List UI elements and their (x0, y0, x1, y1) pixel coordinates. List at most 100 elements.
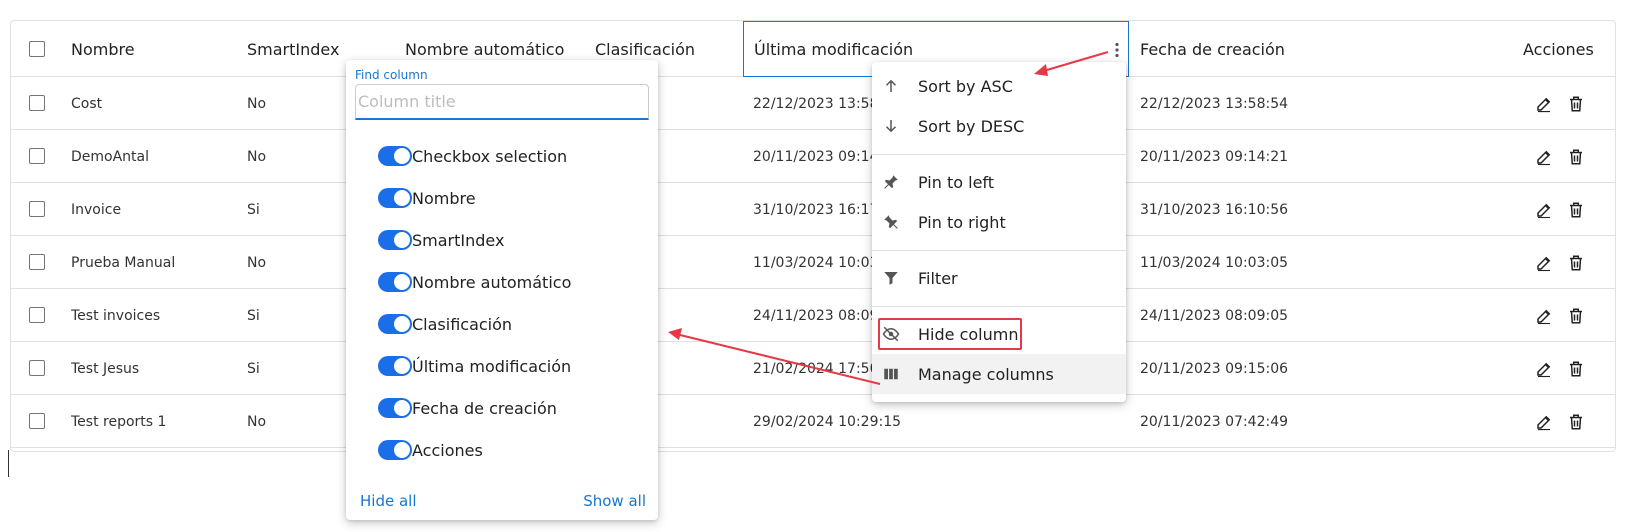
row-checkbox[interactable] (29, 95, 45, 111)
toggle-switch[interactable] (378, 398, 412, 418)
toggle-switch[interactable] (378, 272, 412, 292)
select-all-checkbox[interactable] (29, 41, 45, 57)
column-header-acciones: Acciones (1523, 39, 1594, 59)
menu-item-hide-column[interactable]: Hide column (872, 314, 1126, 354)
more-vert-icon[interactable] (1114, 42, 1120, 58)
trash-icon[interactable] (1567, 360, 1585, 378)
menu-item-filter[interactable]: Filter (872, 258, 1126, 298)
pencil-icon[interactable] (1535, 307, 1553, 325)
cell-nombre: Test reports 1 (71, 413, 167, 430)
columns-icon (884, 368, 898, 380)
toggle-switch[interactable] (378, 356, 412, 376)
row-checkbox[interactable] (29, 307, 45, 323)
trash-icon[interactable] (1567, 254, 1585, 272)
table-row[interactable]: Test invoices Si 24/11/2023 08:09:05 24/… (11, 289, 1615, 342)
menu-divider (872, 306, 1126, 307)
cell-nombre: Cost (71, 95, 103, 112)
pencil-icon[interactable] (1535, 95, 1553, 113)
trash-icon[interactable] (1567, 201, 1585, 219)
cell-fecha-creacion: 20/11/2023 09:15:06 (1140, 360, 1289, 377)
menu-item-pin-left[interactable]: Pin to left (872, 162, 1126, 202)
cell-smartindex: No (247, 413, 267, 430)
cell-nombre: DemoAntal (71, 148, 150, 165)
trash-icon[interactable] (1567, 413, 1585, 431)
toggle-label: Checkbox selection (412, 146, 568, 166)
row-actions (1535, 77, 1585, 130)
toggle-switch[interactable] (378, 230, 412, 250)
show-all-button[interactable]: Show all (583, 492, 646, 510)
row-actions (1535, 395, 1585, 448)
row-checkbox[interactable] (29, 201, 45, 217)
toggle-label: Acciones (412, 440, 483, 460)
table-row[interactable]: DemoAntal No 20/11/2023 09:14:21 20/11/2… (11, 130, 1615, 183)
menu-item-sort-desc[interactable]: Sort by DESC (872, 106, 1126, 146)
hide-all-button[interactable]: Hide all (360, 492, 417, 510)
cell-fecha-creacion: 31/10/2023 16:10:56 (1140, 201, 1289, 218)
column-header-smartindex[interactable]: SmartIndex (247, 21, 339, 77)
column-toggle-nombre-automatico[interactable]: Nombre automático (378, 268, 571, 296)
menu-item-pin-right[interactable]: Pin to right (872, 202, 1126, 242)
toggle-label: Clasificación (412, 314, 513, 334)
menu-item-label: Pin to left (918, 172, 995, 192)
cell-smartindex: Si (247, 360, 260, 377)
toggle-switch[interactable] (378, 188, 412, 208)
table-row[interactable]: Test reports 1 No 29/02/2024 10:29:15 20… (11, 395, 1615, 448)
pin-icon (884, 215, 898, 229)
menu-divider (872, 154, 1126, 155)
pencil-icon[interactable] (1535, 254, 1553, 272)
toggle-label: Nombre automático (412, 272, 572, 292)
row-actions (1535, 342, 1585, 395)
menu-divider (872, 250, 1126, 251)
row-actions (1535, 289, 1585, 342)
trash-icon[interactable] (1567, 95, 1585, 113)
row-checkbox[interactable] (29, 254, 45, 270)
menu-item-label: Manage columns (918, 364, 1054, 384)
row-checkbox[interactable] (29, 413, 45, 429)
cell-nombre: Test Jesus (71, 360, 140, 377)
table-row[interactable]: Invoice Si 31/10/2023 16:17:18 31/10/202… (11, 183, 1615, 236)
find-column-label: Find column (355, 68, 428, 82)
trash-icon[interactable] (1567, 307, 1585, 325)
column-toggle-fecha-creacion[interactable]: Fecha de creación (378, 394, 557, 422)
toggle-switch[interactable] (378, 440, 412, 460)
pencil-icon[interactable] (1535, 413, 1553, 431)
menu-item-label: Sort by DESC (918, 116, 1025, 136)
column-header-fecha-creacion[interactable]: Fecha de creación (1140, 21, 1285, 77)
column-toggle-nombre[interactable]: Nombre (378, 184, 476, 212)
table-row[interactable]: Cost No 22/12/2023 13:58:54 22/12/2023 1… (11, 77, 1615, 130)
column-toggle-smartindex[interactable]: SmartIndex (378, 226, 504, 254)
filter-icon (884, 272, 898, 285)
table-row[interactable]: Prueba Manual No 11/03/2024 10:03:05 11/… (11, 236, 1615, 289)
cell-nombre: Prueba Manual (71, 254, 176, 271)
menu-item-manage-columns[interactable]: Manage columns (872, 354, 1126, 394)
pencil-icon[interactable] (1535, 148, 1553, 166)
cell-smartindex: Si (247, 307, 260, 324)
column-header-label: Última modificación (754, 39, 914, 59)
cell-fecha-creacion: 24/11/2023 08:09:05 (1140, 307, 1289, 324)
column-header-nombre[interactable]: Nombre (71, 21, 135, 77)
row-checkbox[interactable] (29, 360, 45, 376)
column-toggle-checkbox-selection[interactable]: Checkbox selection (378, 142, 567, 170)
eye-off-icon (882, 326, 900, 342)
menu-item-label: Pin to right (918, 212, 1006, 232)
find-column-input[interactable] (355, 84, 649, 120)
data-grid: Nombre SmartIndex Nombre automático Clas… (10, 20, 1616, 452)
column-toggle-acciones[interactable]: Acciones (378, 436, 483, 464)
row-actions (1535, 236, 1585, 289)
menu-item-sort-asc[interactable]: Sort by ASC (872, 66, 1126, 106)
toggle-switch[interactable] (378, 146, 412, 166)
trash-icon[interactable] (1567, 148, 1585, 166)
menu-item-label: Sort by ASC (918, 76, 1013, 96)
toggle-switch[interactable] (378, 314, 412, 334)
column-toggle-clasificacion[interactable]: Clasificación (378, 310, 512, 338)
column-toggle-ultima-modificacion[interactable]: Última modificación (378, 352, 571, 380)
toggle-label: Fecha de creación (412, 398, 557, 418)
cell-fecha-creacion: 20/11/2023 09:14:21 (1140, 148, 1289, 165)
row-checkbox[interactable] (29, 148, 45, 164)
cell-smartindex: No (247, 148, 267, 165)
pin-icon (884, 175, 898, 189)
table-row[interactable]: Test Jesus Si 21/02/2024 17:50:12 20/11/… (11, 342, 1615, 395)
pencil-icon[interactable] (1535, 201, 1553, 219)
cell-fecha-creacion: 20/11/2023 07:42:49 (1140, 413, 1289, 430)
pencil-icon[interactable] (1535, 360, 1553, 378)
